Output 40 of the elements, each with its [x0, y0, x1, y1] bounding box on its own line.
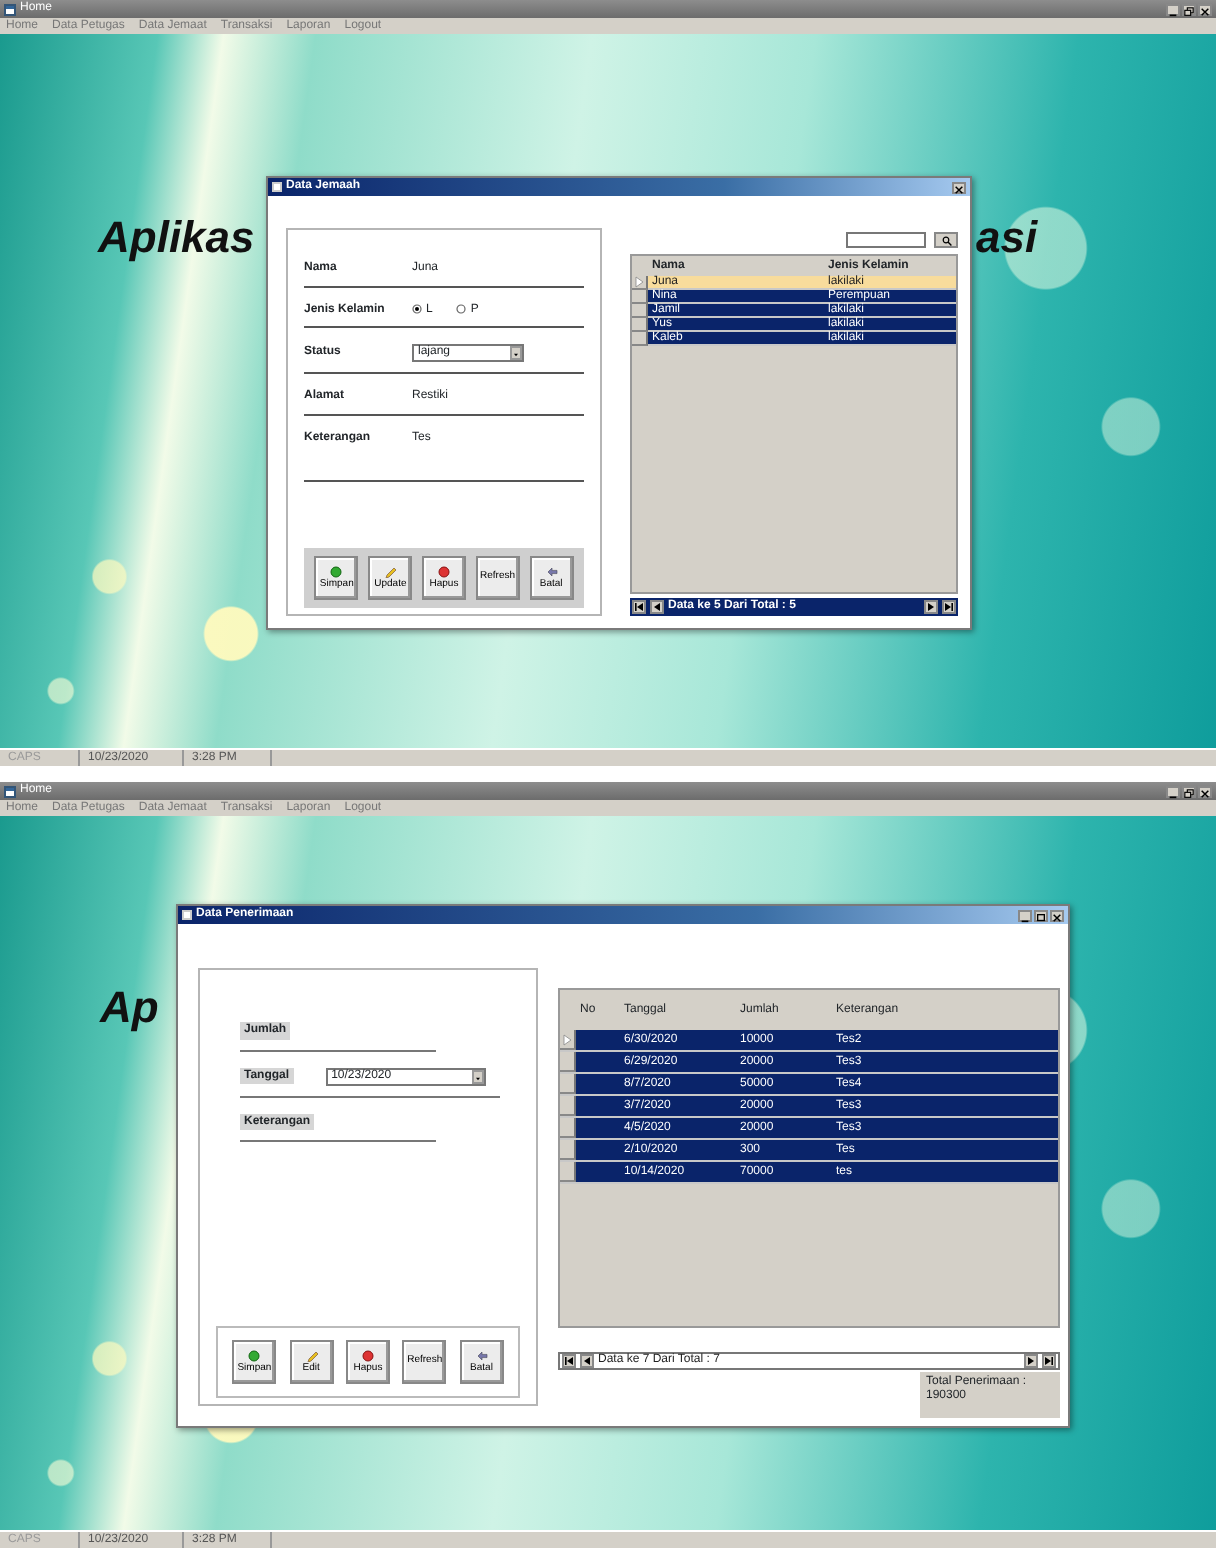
- close-button[interactable]: [1050, 909, 1064, 921]
- first-record-button[interactable]: [562, 1354, 576, 1368]
- arrow-icon: [545, 565, 558, 578]
- maximize-button[interactable]: [1034, 909, 1048, 921]
- window-icon: [272, 182, 282, 192]
- background-title: Aplikas: [98, 214, 255, 263]
- first-record-button[interactable]: [632, 600, 646, 614]
- last-record-button[interactable]: [1042, 1354, 1056, 1368]
- last-record-button[interactable]: [942, 600, 956, 614]
- minimize-button[interactable]: [1166, 785, 1180, 797]
- close-button[interactable]: [952, 181, 966, 193]
- restore-button[interactable]: [1182, 3, 1196, 15]
- restore-button[interactable]: [1182, 785, 1196, 797]
- close-button[interactable]: [1198, 3, 1212, 15]
- radio-button[interactable]: [456, 304, 467, 315]
- pencil-icon: [305, 1349, 318, 1362]
- next-record-button[interactable]: [1024, 1354, 1038, 1368]
- previous-record-button[interactable]: [580, 1354, 594, 1368]
- search-field[interactable]: [846, 232, 926, 248]
- next-record-button[interactable]: [924, 600, 938, 614]
- circle-icon: [248, 1349, 261, 1362]
- minimize-button[interactable]: [1018, 909, 1032, 921]
- background-title: asi: [976, 214, 1038, 263]
- close-button[interactable]: [1198, 785, 1212, 797]
- app-icon: [4, 3, 16, 15]
- pencil-icon: [384, 565, 397, 578]
- search-icon: [941, 235, 951, 245]
- triangle-icon: [562, 1033, 572, 1045]
- search-button[interactable]: [934, 232, 958, 248]
- circle-icon: [330, 565, 343, 578]
- previous-record-button[interactable]: [650, 600, 664, 614]
- radio-button[interactable]: [412, 304, 422, 315]
- window-icon: [182, 910, 192, 920]
- circle-icon: [437, 565, 450, 578]
- background-title: Ap: [100, 984, 159, 1033]
- minimize-button[interactable]: [1166, 3, 1180, 15]
- app-icon: [4, 785, 16, 797]
- arrow-icon: [475, 1349, 488, 1362]
- triangle-icon: [634, 276, 644, 288]
- circle-icon: [361, 1349, 374, 1362]
